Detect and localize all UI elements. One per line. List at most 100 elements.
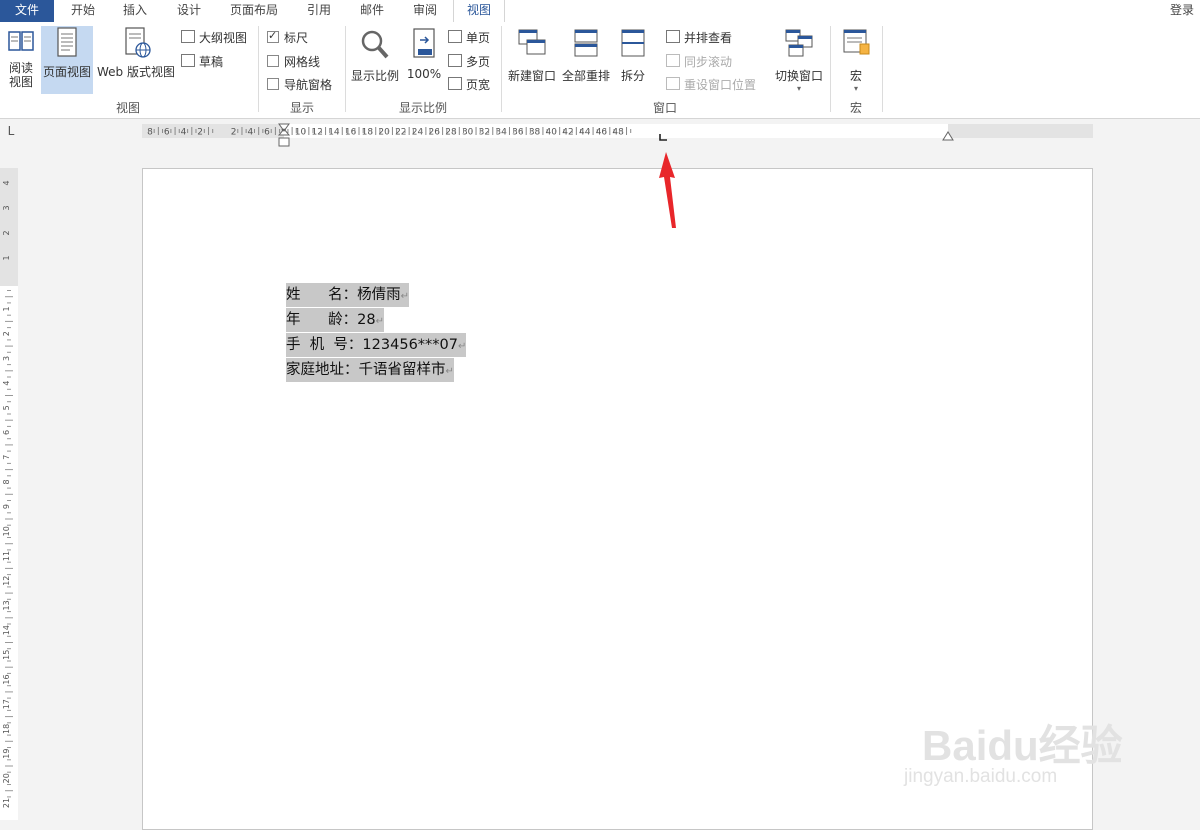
line-text: 年 龄：28 (286, 312, 376, 328)
new-window-label: 新建窗口 (507, 69, 556, 83)
one-page-icon (448, 30, 462, 43)
document-line-name[interactable]: 姓 名：杨倩雨↵ (286, 283, 410, 307)
view-side-by-side-button[interactable]: 并排查看 (666, 29, 732, 46)
tab-references[interactable]: 引用 (294, 0, 344, 22)
side-by-side-label: 并排查看 (684, 31, 733, 45)
group-separator (882, 26, 883, 112)
h-ruler-tick-label: 4 (181, 128, 187, 138)
page-width-icon (448, 77, 462, 90)
v-ruler-tick-label: 2 (2, 230, 11, 235)
tab-insert[interactable]: 插入 (110, 0, 160, 22)
zoom-100-label: 100% (406, 67, 442, 81)
login-link[interactable]: 登录 (1170, 0, 1194, 20)
line-text: 家庭地址：千语省留样市 (286, 362, 446, 378)
v-ruler-tick-label: 20 (2, 773, 11, 783)
v-ruler-tick-label: 9 (2, 504, 11, 509)
v-ruler-tick-label: 1 (2, 255, 11, 260)
nav-pane-check-icon (267, 78, 279, 90)
right-indent-marker[interactable] (942, 131, 954, 141)
v-ruler-tick-label: 3 (2, 356, 11, 361)
print-layout-button[interactable]: 页面视图 (41, 26, 93, 94)
v-ruler-tick-label: 21 (2, 798, 11, 808)
zoom-100-button[interactable]: 100% (404, 26, 444, 94)
gridlines-checkbox[interactable]: 网格线 (267, 53, 320, 70)
reset-window-position-button[interactable]: 重设窗口位置 (666, 76, 756, 93)
document-line-address[interactable]: 家庭地址：千语省留样市↵ (286, 358, 454, 382)
chevron-down-icon: ▾ (853, 84, 858, 93)
split-icon (621, 29, 645, 57)
web-layout-label: Web 版式视图 (97, 65, 175, 79)
watermark-url: jingyan.baidu.com (904, 766, 1058, 787)
paragraph-mark: ↵ (375, 316, 384, 327)
horizontal-ruler-ticks: 8642246810121416182022242628303234363840… (147, 123, 954, 147)
document-line-age[interactable]: 年 龄：28↵ (286, 308, 384, 332)
one-page-button[interactable]: 单页 (448, 29, 490, 46)
reset-position-label: 重设窗口位置 (684, 78, 757, 92)
v-ruler-tick-label: 10 (2, 526, 11, 536)
switch-windows-label: 切换窗口 (774, 69, 823, 83)
h-ruler-tick-label: 4 (247, 128, 253, 138)
new-window-icon (518, 29, 546, 55)
group-separator (258, 26, 259, 112)
nav-pane-checkbox[interactable]: 导航窗格 (267, 76, 332, 93)
v-ruler-tick-label: 6 (2, 430, 11, 435)
tab-stop-marker[interactable] (659, 134, 667, 141)
switch-windows-button[interactable]: 切换窗口 ▾ (772, 26, 826, 94)
h-ruler-tick-label: 8 (147, 128, 153, 138)
one-page-label: 单页 (466, 31, 491, 45)
page-width-button[interactable]: 页宽 (448, 76, 490, 93)
tab-home[interactable]: 开始 (58, 0, 108, 22)
print-layout-label: 页面视图 (42, 65, 91, 79)
group-label-window: 窗口 (652, 101, 677, 115)
paragraph-mark: ↵ (445, 366, 454, 377)
v-ruler-tick-label: 8 (2, 479, 11, 484)
v-ruler-tick-label: 2 (2, 331, 11, 336)
paragraph-mark: ↵ (400, 291, 410, 302)
split-button[interactable]: 拆分 (614, 26, 652, 94)
ribbon-tab-bar: 文件 开始 插入 设计 页面布局 引用 邮件 审阅 视图 登录 (0, 0, 1200, 24)
line-text: 手 机 号：123456***07 (286, 337, 458, 353)
tab-page-layout[interactable]: 页面布局 (220, 0, 288, 22)
draft-label: 草稿 (199, 55, 224, 69)
ruler-checkbox[interactable]: 标尺 (267, 29, 308, 46)
multi-page-label: 多页 (466, 55, 491, 69)
multi-page-button[interactable]: 多页 (448, 53, 490, 70)
web-layout-icon (125, 27, 151, 58)
print-layout-icon (57, 27, 77, 57)
tab-review[interactable]: 审阅 (400, 0, 450, 22)
vertical-ruler-ticks: 4321123456789101112131415161718192021 (2, 180, 13, 808)
ribbon-view: 阅读 视图 页面视图 Web 版式视图 大纲视图 草稿 视图 标尺 网格线 (0, 22, 1200, 119)
macros-icon (843, 29, 870, 55)
tab-design[interactable]: 设计 (164, 0, 214, 22)
sync-scroll-label: 同步滚动 (684, 55, 733, 69)
v-ruler-tick-label: 16 (2, 674, 11, 684)
document-line-phone[interactable]: 手 机 号：123456***07↵ (286, 333, 467, 357)
v-ruler-tick-label: 18 (2, 724, 11, 734)
new-window-button[interactable]: 新建窗口 (506, 26, 558, 94)
switch-windows-icon (785, 29, 813, 57)
h-ruler-tick-label: 6 (264, 128, 270, 138)
v-ruler-tick-label: 4 (2, 180, 11, 185)
split-label: 拆分 (620, 69, 645, 83)
sync-scroll-button[interactable]: 同步滚动 (666, 53, 732, 70)
outline-view-button[interactable]: 大纲视图 (181, 29, 247, 46)
macros-label: 宏 (849, 69, 862, 83)
tab-mailings[interactable]: 邮件 (347, 0, 397, 22)
ruler-check-icon (267, 29, 279, 43)
ruler-label: 标尺 (284, 31, 309, 45)
reset-position-icon (666, 77, 680, 90)
arrange-all-button[interactable]: 全部重排 (560, 26, 612, 94)
side-by-side-icon (666, 30, 680, 43)
gridlines-label: 网格线 (284, 55, 321, 69)
v-ruler-tick-label: 3 (2, 205, 11, 210)
tab-view[interactable]: 视图 (453, 0, 505, 24)
v-ruler-tick-label: 4 (2, 381, 11, 386)
group-label-views: 视图 (115, 101, 140, 115)
web-layout-button[interactable]: Web 版式视图 (95, 26, 177, 94)
zoom-button[interactable]: 显示比例 (348, 26, 402, 94)
draft-icon (181, 54, 195, 67)
macros-button[interactable]: 宏 ▾ (836, 26, 876, 94)
draft-view-button[interactable]: 草稿 (181, 53, 223, 70)
annotation-arrow-icon (659, 152, 676, 228)
group-label-macros: 宏 (849, 101, 862, 115)
